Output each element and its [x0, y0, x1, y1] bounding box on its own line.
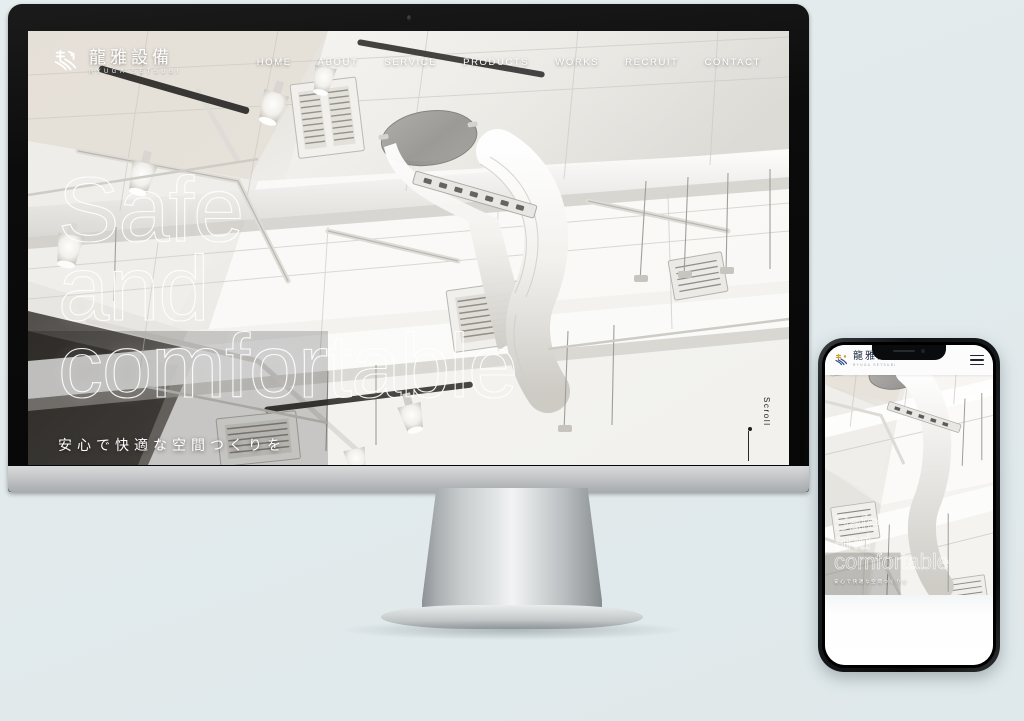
site-header: 龍雅設備 RYUGA SETSUBI HOME ABOUT SERVICE PR… [28, 31, 789, 93]
ryuga-logo-mark-icon [833, 352, 849, 368]
phone-inner-bezel: 龍雅設備 RYUGA SETSUBI [822, 342, 996, 668]
mobile-brand-name-en: RYUGA SETSUBI [853, 363, 897, 368]
webcam-dot-icon [406, 15, 411, 21]
hero-background-photo [28, 31, 789, 465]
nav-item-home[interactable]: HOME [257, 57, 292, 68]
phone-notch [872, 345, 946, 360]
mobile-hero-copy: Safe and comfortable 安心で快適な空間つくりを [834, 511, 950, 585]
hamburger-menu-icon[interactable] [970, 354, 984, 366]
earpiece-speaker-icon [893, 349, 916, 353]
nav-item-products[interactable]: PRODUCTS [463, 57, 529, 68]
scroll-label: Scroll [762, 397, 771, 427]
mobile-next-section [825, 595, 993, 665]
brand-logo[interactable]: 龍雅設備 RYUGA SETSUBI [50, 47, 181, 77]
monitor-drop-shadow [342, 620, 682, 640]
smartphone-mockup: 龍雅設備 RYUGA SETSUBI [818, 338, 1000, 672]
nav-item-works[interactable]: WORKS [555, 57, 599, 68]
monitor-chin [8, 466, 809, 492]
main-navigation: HOME ABOUT SERVICE PRODUCTS WORKS RECRUI… [257, 57, 761, 68]
phone-screen: 龍雅設備 RYUGA SETSUBI [825, 345, 993, 665]
front-camera-icon [921, 349, 925, 353]
scroll-indicator[interactable]: Scroll [748, 397, 771, 461]
phone-frame: 龍雅設備 RYUGA SETSUBI [818, 338, 1000, 672]
nav-item-service[interactable]: SERVICE [384, 57, 437, 68]
nav-item-recruit[interactable]: RECRUIT [625, 57, 678, 68]
mobile-hero: Safe and comfortable 安心で快適な空間つくりを [825, 375, 993, 607]
scroll-line-icon [748, 431, 749, 461]
mobile-hero-line3: comfortable [834, 549, 950, 575]
brand-name-en: RYUGA SETSUBI [89, 69, 182, 76]
monitor-stand-neck [422, 488, 602, 616]
brand-name-jp: 龍雅設備 [89, 47, 173, 67]
monitor-screen: 龍雅設備 RYUGA SETSUBI HOME ABOUT SERVICE PR… [28, 31, 789, 465]
mobile-hero-tagline-jp: 安心で快適な空間つくりを [834, 579, 909, 584]
ryuga-logo-mark-icon [50, 47, 80, 77]
desktop-monitor-mockup: 龍雅設備 RYUGA SETSUBI HOME ABOUT SERVICE PR… [8, 4, 809, 492]
nav-item-about[interactable]: ABOUT [318, 57, 359, 68]
nav-item-contact[interactable]: CONTACT [705, 57, 761, 68]
